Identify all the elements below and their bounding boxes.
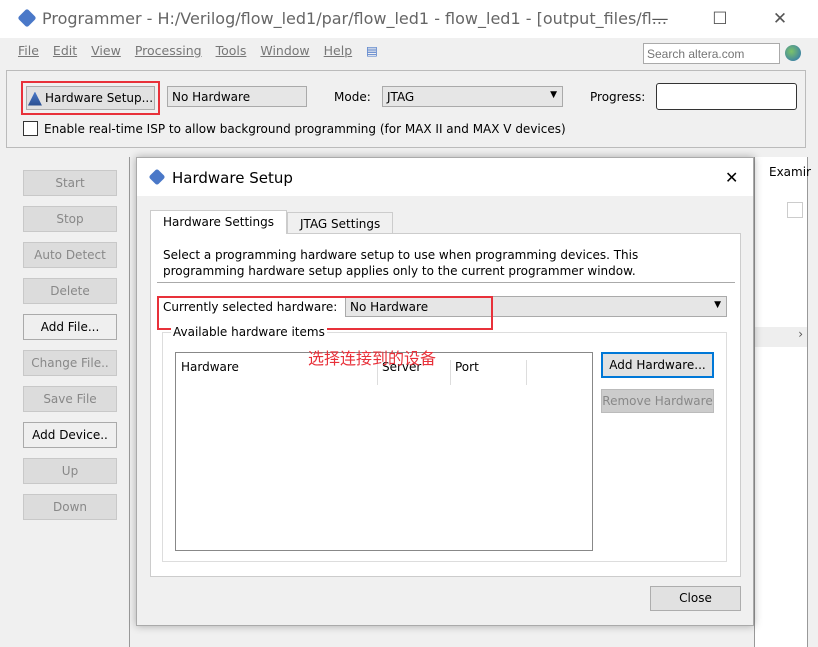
globe-icon[interactable] [785,45,801,61]
examine-checkbox[interactable] [787,202,803,218]
maximize-button[interactable]: ☐ [700,6,740,32]
group-label: Available hardware items [171,325,327,339]
auto-detect-button[interactable]: Auto Detect [23,242,117,268]
divider [157,282,735,283]
dialog-title: Hardware Setup [172,169,293,187]
hardware-setup-dialog: Hardware Setup ✕ Hardware Settings JTAG … [136,157,754,626]
hardware-setup-button[interactable]: Hardware Setup... [26,86,155,110]
dialog-close-icon[interactable]: ✕ [725,168,738,187]
menu-processing[interactable]: Processing [135,43,202,58]
tab-hardware-settings[interactable]: Hardware Settings [150,210,287,234]
minimize-button[interactable]: — [640,6,680,32]
progress-label: Progress: [590,90,646,104]
scroll-right-icon[interactable]: › [755,327,807,347]
stop-button[interactable]: Stop [23,206,117,232]
start-button[interactable]: Start [23,170,117,196]
menu-tools[interactable]: Tools [216,43,247,58]
device-table-partial: Examir › [754,157,811,647]
isp-checkbox[interactable] [23,121,38,136]
mode-select[interactable]: JTAG ▼ [382,86,563,107]
hardware-list[interactable]: Hardware Server Port [175,352,593,551]
title-bar: Programmer - H:/Verilog/flow_led1/par/fl… [0,0,818,38]
feedback-icon[interactable]: ▤ [366,43,378,58]
down-button[interactable]: Down [23,494,117,520]
remove-hardware-button[interactable]: Remove Hardware [601,389,714,413]
menu-help[interactable]: Help [324,43,353,58]
close-dialog-button[interactable]: Close [650,586,741,611]
app-icon [17,8,37,28]
dropdown-arrow-icon: ▼ [550,90,557,100]
menu-window[interactable]: Window [260,43,309,58]
add-file-button[interactable]: Add File... [23,314,117,340]
menu-edit[interactable]: Edit [53,43,77,58]
add-hardware-button[interactable]: Add Hardware... [601,352,714,378]
change-file-button[interactable]: Change File.. [23,350,117,376]
column-port[interactable]: Port [450,360,479,385]
examine-header: Examir [769,165,811,179]
window-title: Programmer - H:/Verilog/flow_led1/par/fl… [42,9,668,28]
search-input[interactable] [643,43,780,64]
delete-button[interactable]: Delete [23,278,117,304]
column-hardware[interactable]: Hardware [181,360,239,374]
save-file-button[interactable]: Save File [23,386,117,412]
add-device-button[interactable]: Add Device.. [23,422,117,448]
annotation-text: 选择连接到的设备 [308,349,437,368]
hardware-settings-panel: Select a programming hardware setup to u… [150,233,741,577]
column-divider [526,360,527,385]
dialog-icon [148,168,166,186]
dropdown-arrow-icon: ▼ [714,300,721,310]
mode-label: Mode: [334,90,371,104]
left-button-panel: Start Stop Auto Detect Delete Add File..… [14,157,130,647]
hardware-icon [27,91,42,106]
menu-view[interactable]: View [91,43,121,58]
close-button[interactable]: ✕ [760,6,800,32]
isp-label: Enable real-time ISP to allow background… [44,122,566,136]
up-button[interactable]: Up [23,458,117,484]
hardware-field: No Hardware [167,86,307,107]
menu-file[interactable]: File [18,43,39,58]
tab-jtag-settings[interactable]: JTAG Settings [287,212,394,235]
toolbar: Hardware Setup... No Hardware Mode: JTAG… [6,70,806,148]
menu-bar: File Edit View Processing Tools Window Help ▤ [18,43,392,58]
description-text: Select a programming hardware setup to u… [163,248,639,278]
progress-bar [656,83,797,110]
dialog-title-bar: Hardware Setup ✕ [137,158,753,196]
